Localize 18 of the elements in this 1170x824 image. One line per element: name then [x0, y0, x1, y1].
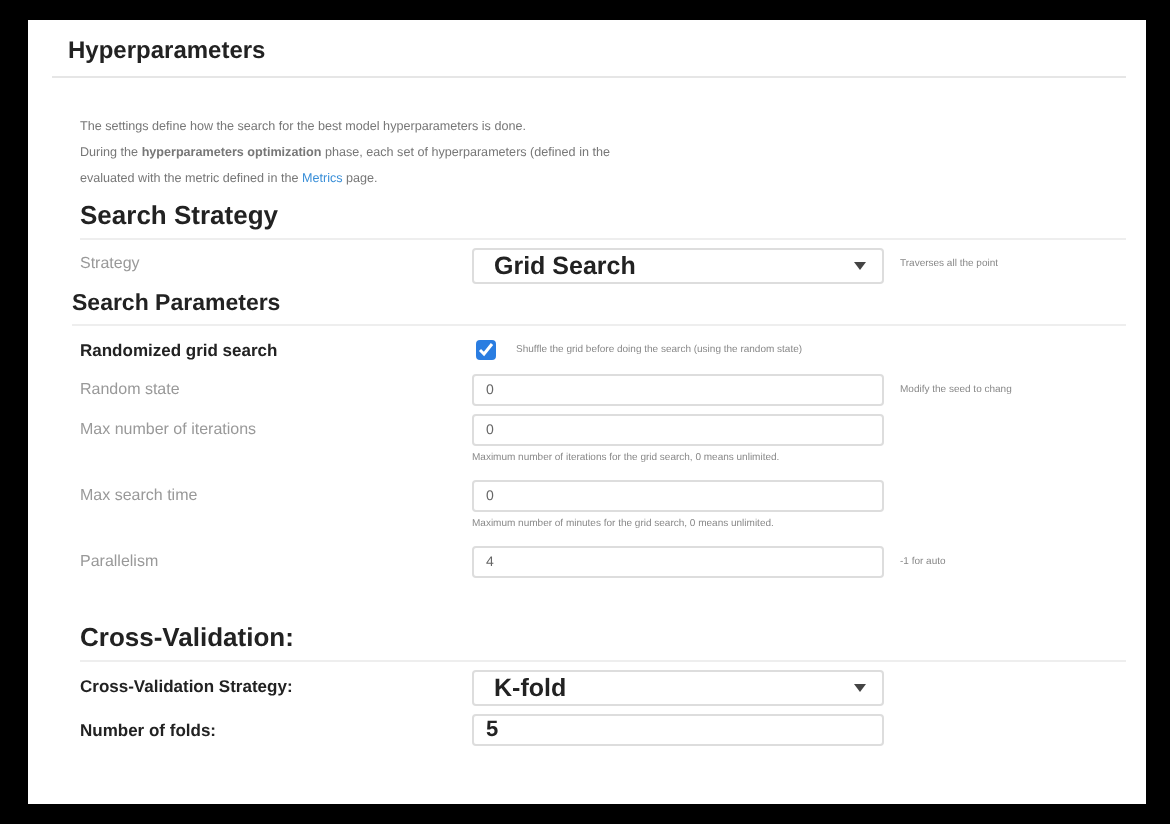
field-label: Strategy — [80, 252, 142, 276]
panel-title: Hyperparameters — [68, 36, 268, 68]
caret-icon — [854, 262, 866, 270]
field-label: Parallelism — [80, 550, 161, 574]
section-heading: Cross-Validation: — [80, 618, 1126, 662]
input-field[interactable]: 5 — [472, 714, 884, 746]
caret-icon — [854, 684, 866, 692]
strategy-dropdown[interactable]: K-fold — [472, 670, 884, 706]
section-heading: Search Strategy — [80, 196, 1126, 240]
field-label: Number of folds: — [80, 718, 218, 744]
checkbox[interactable] — [476, 340, 496, 360]
strategy-dropdown[interactable]: Grid Search — [472, 248, 884, 284]
field-label: Cross-Validation Strategy: — [80, 674, 295, 700]
field-label: Randomized grid search — [80, 338, 280, 364]
field-label: Max search time — [80, 484, 200, 508]
field-label: Max number of iterations — [80, 418, 259, 442]
field-label: Random state — [80, 378, 182, 402]
section-heading: Search Parameters — [72, 288, 1126, 326]
